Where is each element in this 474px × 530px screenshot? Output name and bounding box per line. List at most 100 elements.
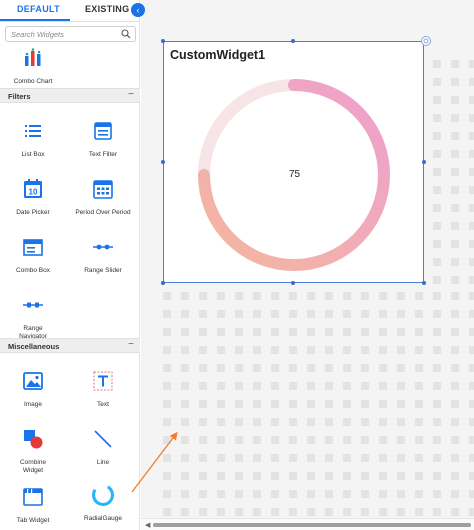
grid-cell <box>181 454 189 462</box>
grid-cell <box>433 240 441 248</box>
tab-existing[interactable]: EXISTING <box>85 4 129 14</box>
tab-default[interactable]: DEFAULT <box>17 4 60 14</box>
collapse-icon[interactable]: − <box>128 339 134 350</box>
widget-combine-widget[interactable]: Combine Widget <box>3 428 63 475</box>
grid-cell <box>469 364 474 372</box>
grid-cell <box>217 436 225 444</box>
grid-cell <box>235 418 243 426</box>
search-input[interactable] <box>11 28 116 40</box>
grid-cell <box>325 454 333 462</box>
widget-text[interactable]: Text <box>73 370 133 409</box>
grid-cell <box>289 382 297 390</box>
widget-range-slider[interactable]: Range Slider <box>73 236 133 275</box>
collapse-icon[interactable]: − <box>128 89 134 100</box>
grid-cell <box>379 454 387 462</box>
grid-cell <box>163 346 171 354</box>
grid-cell <box>451 240 459 248</box>
grid-cell <box>379 436 387 444</box>
widget-list-box[interactable]: List Box <box>3 120 63 159</box>
text-filter-icon <box>94 122 112 140</box>
horizontal-scrollbar[interactable]: ◀ <box>141 518 474 530</box>
resize-handle-bottom-left[interactable] <box>161 281 165 285</box>
grid-cell <box>451 310 459 318</box>
grid-cell <box>199 436 207 444</box>
grid-cell <box>469 132 474 140</box>
resize-handle-top[interactable] <box>291 39 295 43</box>
search-icon[interactable] <box>121 29 131 39</box>
widget-radial-gauge[interactable]: RadialGauge <box>73 482 133 523</box>
grid-cell <box>217 328 225 336</box>
radial-gauge-icon <box>92 484 114 506</box>
grid-cell <box>217 364 225 372</box>
grid-cell <box>271 364 279 372</box>
widget-tab-widget[interactable]: Tab Widget <box>3 486 63 525</box>
grid-cell <box>199 508 207 516</box>
widget-image[interactable]: Image <box>3 370 63 409</box>
scrollbar-thumb[interactable] <box>153 523 471 527</box>
custom-widget[interactable]: CustomWidget1 75 <box>163 41 424 283</box>
grid-cell <box>415 472 423 480</box>
widget-text-filter[interactable]: Text Filter <box>73 120 133 159</box>
svg-text:10: 10 <box>29 188 38 197</box>
grid-cell <box>433 400 441 408</box>
widget-label: Combo Box <box>16 267 50 274</box>
grid-cell <box>181 400 189 408</box>
widget-label: Image <box>23 401 43 408</box>
resize-handle-bottom-right[interactable] <box>422 281 426 285</box>
section-header-miscellaneous[interactable]: Miscellaneous − <box>0 338 140 353</box>
grid-cell <box>235 436 243 444</box>
resize-handle-top-left[interactable] <box>161 39 165 43</box>
resize-handle-right[interactable] <box>422 160 426 164</box>
grid-cell <box>325 400 333 408</box>
resize-handle-left[interactable] <box>161 160 165 164</box>
grid-cell <box>199 382 207 390</box>
grid-cell <box>325 490 333 498</box>
collapse-sidebar-button[interactable]: ‹ <box>131 3 145 17</box>
widget-combo-box[interactable]: Combo Box <box>3 236 63 275</box>
widget-range-navigator[interactable]: Range Navigator <box>3 294 63 341</box>
resize-handle-bottom[interactable] <box>291 281 295 285</box>
grid-cell <box>271 400 279 408</box>
grid-cell <box>343 346 351 354</box>
grid-cell <box>289 418 297 426</box>
grid-cell <box>433 454 441 462</box>
grid-cell <box>163 400 171 408</box>
grid-cell <box>451 114 459 122</box>
grid-cell <box>253 508 261 516</box>
grid-cell <box>361 508 369 516</box>
grid-cell <box>271 490 279 498</box>
widget-combo-chart[interactable]: Combo Chart <box>3 47 63 86</box>
grid-cell <box>253 454 261 462</box>
grid-cell <box>361 436 369 444</box>
grid-cell <box>451 490 459 498</box>
text-icon <box>93 371 113 391</box>
widget-period-over-period[interactable]: Period Over Period <box>73 178 133 217</box>
grid-cell <box>433 78 441 86</box>
grid-cell <box>469 472 474 480</box>
grid-cell <box>415 454 423 462</box>
widget-line[interactable]: Line <box>73 428 133 467</box>
grid-cell <box>397 310 405 318</box>
grid-cell <box>469 240 474 248</box>
line-icon <box>94 430 112 448</box>
grid-cell <box>451 186 459 194</box>
grid-cell <box>451 364 459 372</box>
grid-cell <box>325 328 333 336</box>
grid-cell <box>397 418 405 426</box>
grid-cell <box>325 508 333 516</box>
widget-label: Range Slider <box>84 267 122 274</box>
gear-icon[interactable] <box>420 35 432 47</box>
grid-cell <box>325 436 333 444</box>
grid-cell <box>325 346 333 354</box>
grid-cell <box>397 454 405 462</box>
section-header-filters[interactable]: Filters − <box>0 88 140 103</box>
grid-cell <box>181 508 189 516</box>
widget-date-picker[interactable]: 10 Date Picker <box>3 178 63 217</box>
grid-cell <box>451 258 459 266</box>
scroll-left-arrow[interactable]: ◀ <box>145 521 150 529</box>
grid-cell <box>199 472 207 480</box>
grid-cell <box>451 400 459 408</box>
period-over-period-icon <box>93 180 113 199</box>
grid-cell <box>451 292 459 300</box>
active-tab-indicator <box>0 19 70 21</box>
